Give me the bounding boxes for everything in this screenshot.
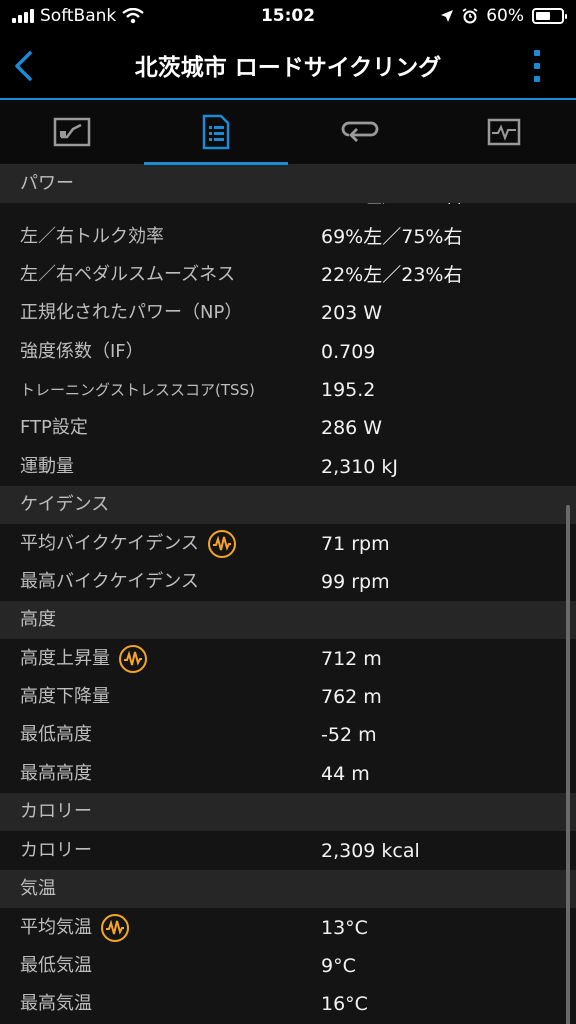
row-label: 最高気温 xyxy=(20,993,92,1014)
row-label: 運動量 xyxy=(20,456,74,477)
section-title: 気温 xyxy=(20,878,56,899)
chevron-left-icon xyxy=(15,51,32,81)
battery-icon xyxy=(532,8,567,24)
row-value: 2,309 kcal xyxy=(321,840,420,862)
graph-wave-icon[interactable] xyxy=(118,644,148,674)
list-item: 高度下降量 762 m xyxy=(0,678,576,716)
row-label: 高度上昇量 xyxy=(20,640,148,678)
list-item: 最高バイクケイデンス 99 rpm xyxy=(0,563,576,601)
battery-fill xyxy=(536,12,551,20)
scrollbar[interactable] xyxy=(566,505,570,1024)
section-title: カロリー xyxy=(20,801,92,822)
section-header-power: パワー xyxy=(0,165,576,203)
list-item: 左／右ペダルスムーズネス 22%左／23%右 xyxy=(0,256,576,294)
list-item: 最低高度 -52 m xyxy=(0,716,576,754)
section-title: 高度 xyxy=(20,609,56,630)
row-label: 平均バイクケイデンス xyxy=(20,525,237,563)
row-label: FTP設定 xyxy=(20,417,88,438)
nav-bar: 北茨城市 ロードサイクリング xyxy=(0,34,576,100)
row-label: トレーニングストレススコア(TSS) xyxy=(20,381,255,399)
row-value: 2,310 kJ xyxy=(321,456,399,478)
tab-stats[interactable] xyxy=(144,100,288,165)
list-item[interactable]: 平均気温 13°C xyxy=(0,909,576,947)
document-tab-icon xyxy=(202,114,230,150)
list-item[interactable]: 高度上昇量 712 m xyxy=(0,640,576,678)
row-label: 最高高度 xyxy=(20,763,92,784)
location-arrow-icon xyxy=(441,10,454,22)
vertical-dots-icon xyxy=(534,50,540,82)
battery-percent: 60% xyxy=(486,6,524,26)
list-item: 左／右トルク効率 69%左／75%右 xyxy=(0,218,576,256)
row-label: 正規化されたパワー（NP） xyxy=(20,302,243,323)
list-item: FTP設定 286 W xyxy=(0,409,576,447)
row-value: 49%左／51%右 xyxy=(321,203,462,213)
tab-graphs[interactable] xyxy=(432,100,576,164)
section-title: パワー xyxy=(20,173,74,194)
row-value: -52 m xyxy=(321,724,377,746)
list-item: 正規化されたパワー（NP） 203 W xyxy=(0,294,576,332)
row-value: 712 m xyxy=(321,648,382,670)
row-label: 平均気温 xyxy=(20,909,130,947)
laps-tab-icon xyxy=(341,121,379,142)
list-item[interactable]: 平均バイクケイデンス 71 rpm xyxy=(0,525,576,563)
row-value: 99 rpm xyxy=(321,571,390,593)
row-value: 71 rpm xyxy=(321,533,390,555)
tab-laps[interactable] xyxy=(288,100,432,164)
row-label: 最高バイクケイデンス xyxy=(20,571,199,592)
row-label: カロリー xyxy=(20,840,92,861)
graph-wave-icon[interactable] xyxy=(207,529,237,559)
chart-tab-icon xyxy=(53,117,91,147)
section-title: ケイデンス xyxy=(20,494,110,515)
row-value: 762 m xyxy=(321,686,382,708)
tab-overview[interactable] xyxy=(0,100,144,164)
row-label: 左／右バランス xyxy=(20,203,146,213)
row-value: 9°C xyxy=(321,955,356,977)
row-label: 強度係数（IF） xyxy=(20,341,144,362)
list-item: 最低気温 9°C xyxy=(0,947,576,985)
list-item: 強度係数（IF） 0.709 xyxy=(0,333,576,371)
row-value: 13°C xyxy=(321,917,368,939)
row-value: 22%左／23%右 xyxy=(321,264,463,286)
row-label: 左／右ペダルスムーズネス xyxy=(20,264,236,285)
list-item: 運動量 2,310 kJ xyxy=(0,448,576,486)
more-options-button[interactable] xyxy=(532,48,542,84)
section-header-temperature: 気温 xyxy=(0,870,576,908)
row-value: 195.2 xyxy=(321,379,376,401)
list-item-partial: 左／右バランス 49%左／51%右 xyxy=(0,203,576,213)
row-value: 203 W xyxy=(321,302,383,324)
row-label: 左／右トルク効率 xyxy=(20,226,164,247)
section-header-elevation: 高度 xyxy=(0,601,576,639)
list-item: 最高高度 44 m xyxy=(0,755,576,793)
graph-wave-icon[interactable] xyxy=(100,913,130,943)
status-bar: SoftBank 15:02 60% xyxy=(0,0,576,34)
status-right: 60% xyxy=(440,6,567,26)
section-header-cadence: ケイデンス xyxy=(0,486,576,524)
row-value: 44 m xyxy=(321,763,370,785)
row-label: 最低気温 xyxy=(20,955,92,976)
section-header-calories: カロリー xyxy=(0,793,576,831)
list-item: カロリー 2,309 kcal xyxy=(0,832,576,870)
tab-bar xyxy=(0,100,576,165)
row-label: 最低高度 xyxy=(20,724,92,745)
row-label: 高度下降量 xyxy=(20,686,110,707)
row-value: 286 W xyxy=(321,417,383,439)
back-button[interactable] xyxy=(10,48,40,84)
list-item: トレーニングストレススコア(TSS) 195.2 xyxy=(0,371,576,409)
stats-list[interactable]: パワー 左／右バランス 49%左／51%右 左／右トルク効率 69%左／75%右… xyxy=(0,165,576,1024)
list-item: 最高気温 16°C xyxy=(0,985,576,1023)
row-value: 69%左／75%右 xyxy=(321,226,463,248)
alarm-icon xyxy=(462,8,478,24)
page-title: 北茨城市 ロードサイクリング xyxy=(134,55,442,81)
row-value: 16°C xyxy=(321,993,368,1015)
list-item: 左／右バランス 49%左／51%右 xyxy=(0,203,576,213)
row-value: 0.709 xyxy=(321,341,376,363)
graph-tab-icon xyxy=(487,118,521,146)
